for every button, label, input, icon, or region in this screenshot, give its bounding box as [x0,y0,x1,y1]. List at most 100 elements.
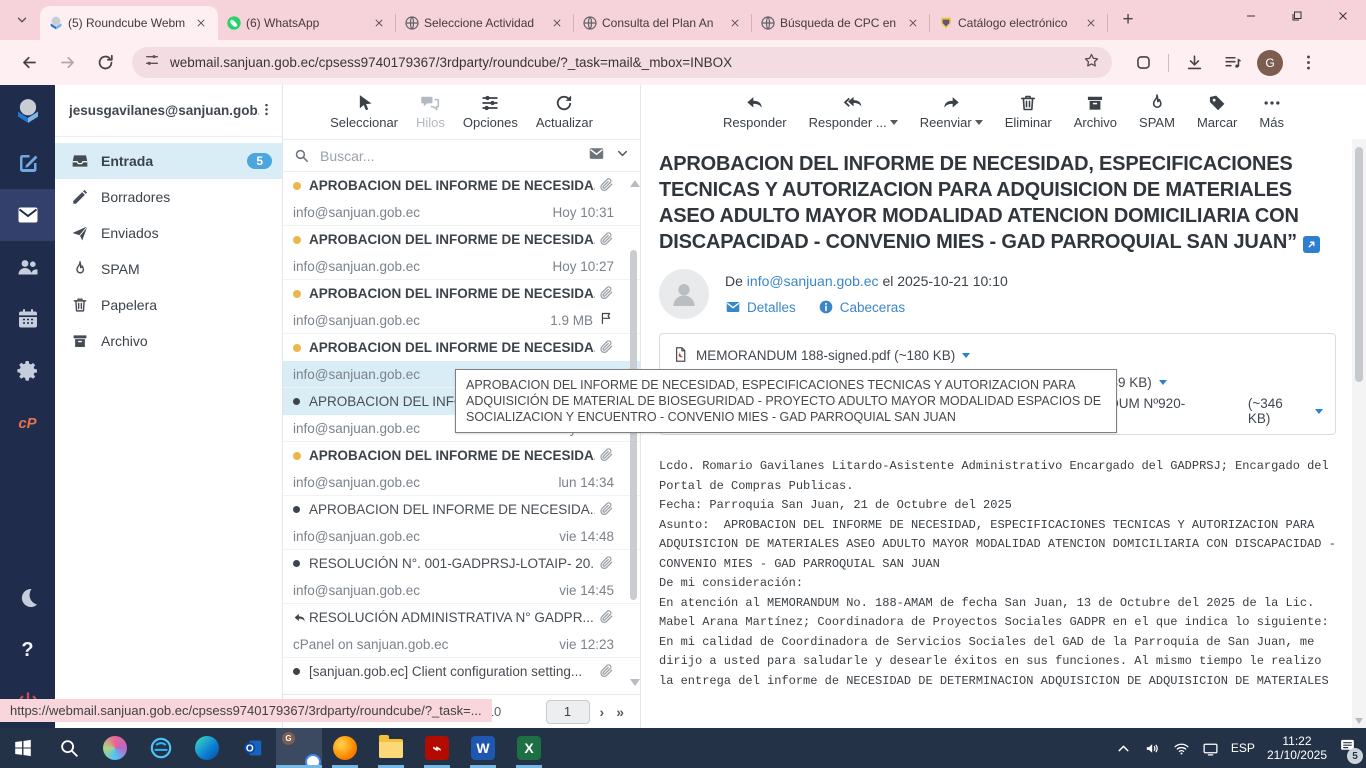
attachment-menu-caret[interactable] [1315,409,1323,414]
taskbar-start-icon[interactable] [0,728,46,768]
tab-search-button[interactable] [8,6,36,34]
taskbar-acrobat-icon[interactable]: ⌁ [414,728,460,768]
search-scope-mail-icon[interactable] [588,145,605,167]
folder-spam[interactable]: SPAM [55,251,282,287]
forward-button[interactable] [52,48,82,78]
appbar-mail-button[interactable] [0,189,55,241]
taskbar-copilot-icon[interactable] [92,728,138,768]
site-info-icon[interactable] [144,52,160,73]
message-row-sender[interactable]: cPanel on sanjuan.gob.ecvie 12:23 [283,631,640,658]
message-row-sender[interactable]: info@sanjuan.gob.ecHoy 10:27 [283,253,640,280]
search-options-chevron-icon[interactable] [615,146,630,166]
message-m-s-button[interactable]: Más [1253,91,1290,132]
taskbar-explorer-icon[interactable] [368,728,414,768]
tab-close-icon[interactable] [904,14,922,32]
appbar-compose-icon[interactable] [0,137,55,189]
browser-tab-3[interactable]: Seleccione Actividad [396,6,574,40]
appbar-help-button[interactable]: ? [0,624,55,676]
message-row-subject[interactable]: APROBACION DEL INFORME DE NECESIDA... [283,226,640,253]
message-row-subject[interactable]: APROBACION DEL INFORME DE NECESIDA... [283,496,640,523]
language-indicator[interactable]: ESP [1231,741,1255,755]
tab-close-icon[interactable] [192,14,210,32]
folder-papelera[interactable]: Papelera [55,287,282,323]
folder-borradores[interactable]: Borradores [55,179,282,215]
flag-icon[interactable] [599,311,614,329]
taskbar-outlook-icon[interactable]: O [230,728,276,768]
browser-tab-1[interactable]: (5) Roundcube Webm [40,6,218,40]
message-marcar-button[interactable]: Marcar [1191,91,1243,132]
restore-button[interactable] [1274,0,1320,32]
page-number-box[interactable]: 1 [546,700,590,724]
minimize-button[interactable] [1228,0,1274,32]
appbar-users-icon[interactable] [0,241,55,293]
new-tab-button[interactable]: + [1114,6,1142,34]
browser-tab-4[interactable]: Consulta del Plan An [574,6,752,40]
list-seleccionar-button[interactable]: Seleccionar [324,91,404,132]
tab-close-icon[interactable] [548,14,566,32]
folder-archivo[interactable]: Archivo [55,323,282,359]
clock[interactable]: 11:2221/10/2025 [1267,734,1327,762]
message-row-sender[interactable]: info@sanjuan.gob.ec1.9 MB [283,307,640,334]
message-row-sender[interactable]: info@sanjuan.gob.ecvie 14:48 [283,523,640,550]
headers-link[interactable]: Cabeceras [818,299,905,315]
list-actualizar-button[interactable]: Actualizar [530,91,599,132]
reading-list-icon[interactable] [1217,48,1247,78]
message-row-subject[interactable]: APROBACION DEL INFORME DE NECESIDA... [283,334,640,361]
message-row-subject[interactable]: RESOLUCIÓN N°. 001-GADPRSJ-LOTAIP- 20... [283,550,640,577]
tab-close-icon[interactable] [1082,14,1100,32]
message-row-sender[interactable]: info@sanjuan.gob.ecHoy 10:31 [283,199,640,226]
reader-scrollbar-thumb[interactable] [1355,147,1363,382]
list-opciones-button[interactable]: Opciones [457,91,524,132]
taskbar-chrome-icon[interactable]: G [276,728,322,768]
message-row-subject[interactable]: [sanjuan.gob.ec] Client configuration se… [283,658,640,685]
message-row-sender[interactable]: info@sanjuan.gob.ecvie 14:45 [283,577,640,604]
attachment-item[interactable]: MEMORANDUM 188-signed.pdf (~180 KB) [672,346,970,366]
taskbar-ie-icon[interactable] [138,728,184,768]
message-row-subject[interactable]: APROBACION DEL INFORME DE NECESIDA... [283,172,640,199]
taskbar-excel-icon[interactable]: X [506,728,552,768]
reader-scrollbar[interactable] [1352,139,1366,728]
browser-tab-5[interactable]: Búsqueda de CPC en [752,6,930,40]
url-text[interactable]: webmail.sanjuan.gob.ec/cpsess9740179367/… [170,55,1083,70]
appbar-moon-icon[interactable] [0,572,55,624]
reader-scroll-down-arrow[interactable] [1355,718,1363,724]
folder-entrada[interactable]: Entrada5 [55,143,282,179]
appbar-gear-icon[interactable] [0,345,55,397]
dropdown-caret-icon[interactable] [890,120,898,125]
taskbar-search-icon[interactable] [46,728,92,768]
details-link[interactable]: Detalles [725,299,796,315]
message-row-sender[interactable]: info@sanjuan.gob.eclun 14:34 [283,469,640,496]
list-hilos-button[interactable]: Hilos [410,91,451,132]
message-responder-button[interactable]: Responder [717,91,793,132]
message-row-subject[interactable]: APROBACION DEL INFORME DE NECESIDA... [283,442,640,469]
browser-tab-2[interactable]: (6) WhatsApp [218,6,396,40]
next-page-button[interactable]: › [600,704,605,720]
bookmark-star-icon[interactable] [1083,52,1100,74]
list-scrollbar[interactable] [629,180,638,686]
tab-close-icon[interactable] [726,14,744,32]
cast-icon[interactable] [1202,740,1219,757]
taskbar-word-icon[interactable]: W [460,728,506,768]
message-reenviar-button[interactable]: Reenviar [914,91,989,132]
wifi-icon[interactable] [1173,740,1190,757]
downloads-icon[interactable] [1179,48,1209,78]
appbar-cp-button[interactable]: cP [0,397,55,449]
account-menu-icon[interactable] [259,102,274,120]
appbar-calendar-icon[interactable] [0,293,55,345]
notification-center-icon[interactable]: 5 [1339,737,1356,759]
tray-chevron-up-icon[interactable] [1115,740,1132,757]
message-eliminar-button[interactable]: Eliminar [999,91,1058,132]
close-window-button[interactable] [1320,0,1366,32]
browser-menu-icon[interactable] [1293,48,1323,78]
reload-button[interactable] [90,48,120,78]
search-input[interactable] [318,147,588,165]
message-archivo-button[interactable]: Archivo [1068,91,1123,132]
profile-avatar[interactable]: G [1257,50,1283,76]
taskbar-edge-icon[interactable] [184,728,230,768]
open-in-new-window-icon[interactable] [1303,236,1320,253]
message-row-subject[interactable]: RESOLUCIÓN ADMINISTRATIVA N° GADPR... [283,604,640,631]
extensions-icon[interactable] [1128,48,1158,78]
attachment-menu-caret[interactable] [962,353,970,358]
message-responder-button[interactable]: Responder ... [803,91,904,132]
dropdown-caret-icon[interactable] [975,120,983,125]
